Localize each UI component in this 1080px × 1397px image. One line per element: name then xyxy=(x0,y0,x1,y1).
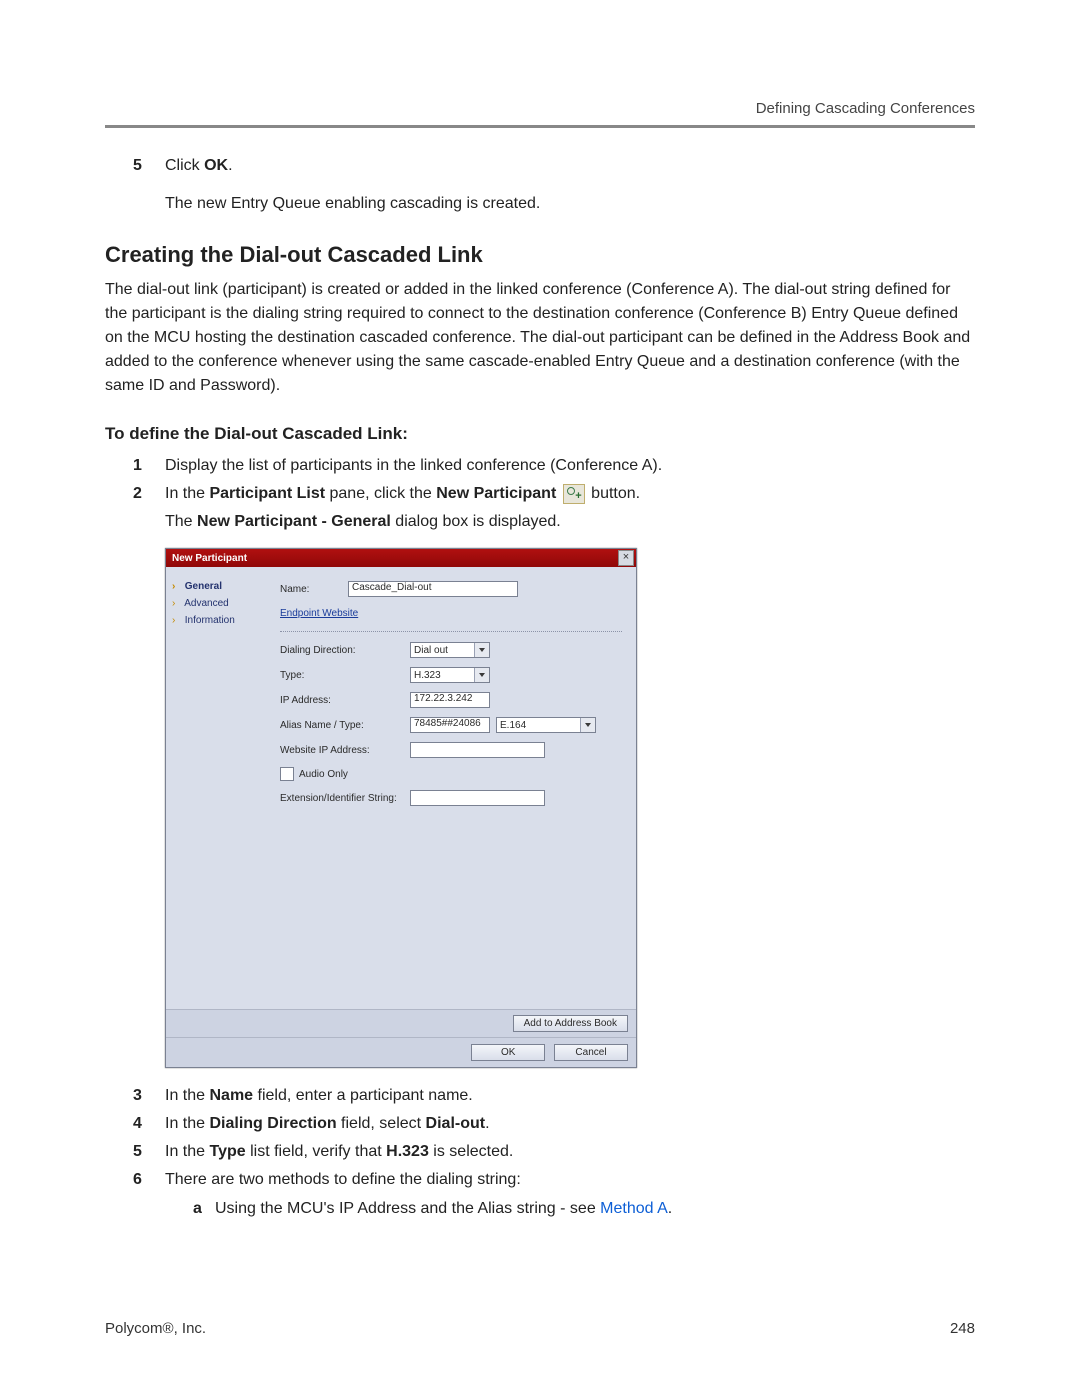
step-item: 5Click OK. xyxy=(133,154,975,178)
alias-type-select[interactable]: E.164 xyxy=(496,717,596,733)
post-step-text: The new Entry Queue enabling cascading i… xyxy=(165,192,975,216)
chevron-down-icon xyxy=(474,668,489,682)
steps-after-dialog: 3In the Name field, enter a participant … xyxy=(133,1084,975,1222)
type-select[interactable]: H.323 xyxy=(410,667,490,683)
step-item: 4In the Dialing Direction field, select … xyxy=(133,1112,975,1136)
dialog-title-bar: New Participant × xyxy=(166,549,636,567)
type-label: Type: xyxy=(280,670,410,681)
step-item: 2In the Participant List pane, click the… xyxy=(133,482,975,534)
substep-item: aUsing the MCU's IP Address and the Alia… xyxy=(193,1196,975,1222)
dialog-title: New Participant xyxy=(172,553,247,564)
dialing-direction-select[interactable]: Dial out xyxy=(410,642,490,658)
step-number: 1 xyxy=(133,454,142,478)
chevron-right-icon: › xyxy=(172,598,182,609)
step-item: 3In the Name field, enter a participant … xyxy=(133,1084,975,1108)
dialog-nav-advanced[interactable]: › Advanced xyxy=(172,598,270,609)
step-item: 1Display the list of participants in the… xyxy=(133,454,975,478)
type-value: H.323 xyxy=(414,670,441,681)
section-body: The dial-out link (participant) is creat… xyxy=(105,278,975,398)
alias-type-value: E.164 xyxy=(500,720,526,731)
chevron-down-icon xyxy=(580,718,595,732)
name-label: Name: xyxy=(280,584,348,595)
ip-address-field[interactable]: 172.22.3.242 xyxy=(410,692,490,708)
step-number: 4 xyxy=(133,1112,142,1136)
sub-heading: To define the Dial-out Cascaded Link: xyxy=(105,424,975,444)
name-field[interactable]: Cascade_Dial-out xyxy=(348,581,518,597)
page-header: Defining Cascading Conferences xyxy=(105,100,975,117)
dialog-nav: › General › Advanced › Information xyxy=(166,567,276,1009)
extension-label: Extension/Identifier String: xyxy=(280,793,410,804)
section-title: Creating the Dial-out Cascaded Link xyxy=(105,242,975,268)
cancel-button[interactable]: Cancel xyxy=(554,1044,628,1061)
ok-button[interactable]: OK xyxy=(471,1044,545,1061)
dialog-nav-information[interactable]: › Information xyxy=(172,615,270,626)
endpoint-website-link[interactable]: Endpoint Website xyxy=(280,608,358,619)
step-item: 5In the Type list field, verify that H.3… xyxy=(133,1140,975,1164)
dialing-direction-value: Dial out xyxy=(414,645,448,656)
top-step-list: 5Click OK. xyxy=(133,154,975,178)
step-item: 6There are two methods to define the dia… xyxy=(133,1168,975,1222)
step-number: 5 xyxy=(133,154,142,178)
extension-field[interactable] xyxy=(410,790,545,806)
alias-name-field[interactable]: 78485##24086 xyxy=(410,717,490,733)
add-to-address-book-button[interactable]: Add to Address Book xyxy=(513,1015,628,1032)
dialog-nav-general[interactable]: › General xyxy=(172,581,270,592)
dialing-direction-label: Dialing Direction: xyxy=(280,645,410,656)
header-rule xyxy=(105,125,975,128)
step-number: 2 xyxy=(133,482,142,506)
footer-left: Polycom®, Inc. xyxy=(105,1320,206,1337)
audio-only-label: Audio Only xyxy=(299,769,348,780)
step-number: 6 xyxy=(133,1168,142,1192)
steps-before-dialog: 1Display the list of participants in the… xyxy=(133,454,975,534)
new-participant-dialog: New Participant × › General› Advanced› I… xyxy=(165,548,637,1068)
chevron-right-icon: › xyxy=(172,615,182,626)
link-method-a[interactable]: Method A xyxy=(600,1200,668,1217)
audio-only-checkbox[interactable] xyxy=(280,767,294,781)
website-ip-label: Website IP Address: xyxy=(280,745,410,756)
website-ip-field[interactable] xyxy=(410,742,545,758)
footer-page-number: 248 xyxy=(950,1320,975,1337)
ip-address-label: IP Address: xyxy=(280,695,410,706)
close-icon[interactable]: × xyxy=(618,550,634,566)
chevron-right-icon: › xyxy=(172,581,182,592)
step-number: 5 xyxy=(133,1140,142,1164)
new-participant-icon xyxy=(563,484,585,504)
alias-label: Alias Name / Type: xyxy=(280,720,410,731)
chevron-down-icon xyxy=(474,643,489,657)
step-number: 3 xyxy=(133,1084,142,1108)
